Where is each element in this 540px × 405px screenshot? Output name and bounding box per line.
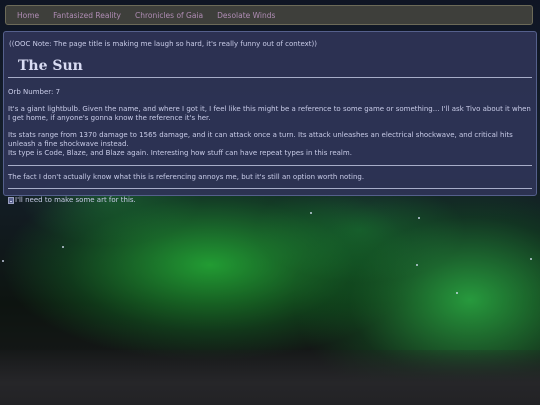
top-nav: Home Fantasized Reality Chronicles of Ga…	[5, 5, 533, 25]
divider	[8, 165, 532, 166]
content-panel: ((OOC Note: The page title is making me …	[3, 31, 537, 204]
image-alt-text: I'll need to make some art for this.	[15, 196, 136, 204]
divider	[8, 77, 532, 78]
divider	[8, 188, 532, 189]
star	[456, 292, 458, 294]
description-paragraph: It's a giant lightbulb. Given the name, …	[8, 105, 531, 122]
ground	[0, 350, 540, 405]
note-paragraph: The fact I don't actually know what this…	[8, 173, 365, 181]
stats-paragraph: Its stats range from 1370 damage to 1565…	[8, 131, 513, 148]
broken-image: I'll need to make some art for this.	[8, 196, 532, 205]
type-paragraph: Its type is Code, Blaze, and Blaze again…	[8, 149, 352, 157]
star	[62, 246, 64, 248]
nav-item-home[interactable]: Home	[10, 11, 46, 20]
ooc-note: ((OOC Note: The page title is making me …	[9, 40, 318, 48]
page-title: The Sun	[18, 58, 83, 74]
broken-image-icon	[8, 197, 14, 204]
nav-item-fantasized-reality[interactable]: Fantasized Reality	[46, 11, 128, 20]
orb-number: Orb Number: 7	[8, 88, 61, 96]
star	[416, 264, 418, 266]
nav-item-desolate-winds[interactable]: Desolate Winds	[210, 11, 282, 20]
star	[530, 258, 532, 260]
star	[2, 260, 4, 262]
star	[310, 212, 312, 214]
nav-item-chronicles-of-gaia[interactable]: Chronicles of Gaia	[128, 11, 210, 20]
star	[418, 217, 420, 219]
